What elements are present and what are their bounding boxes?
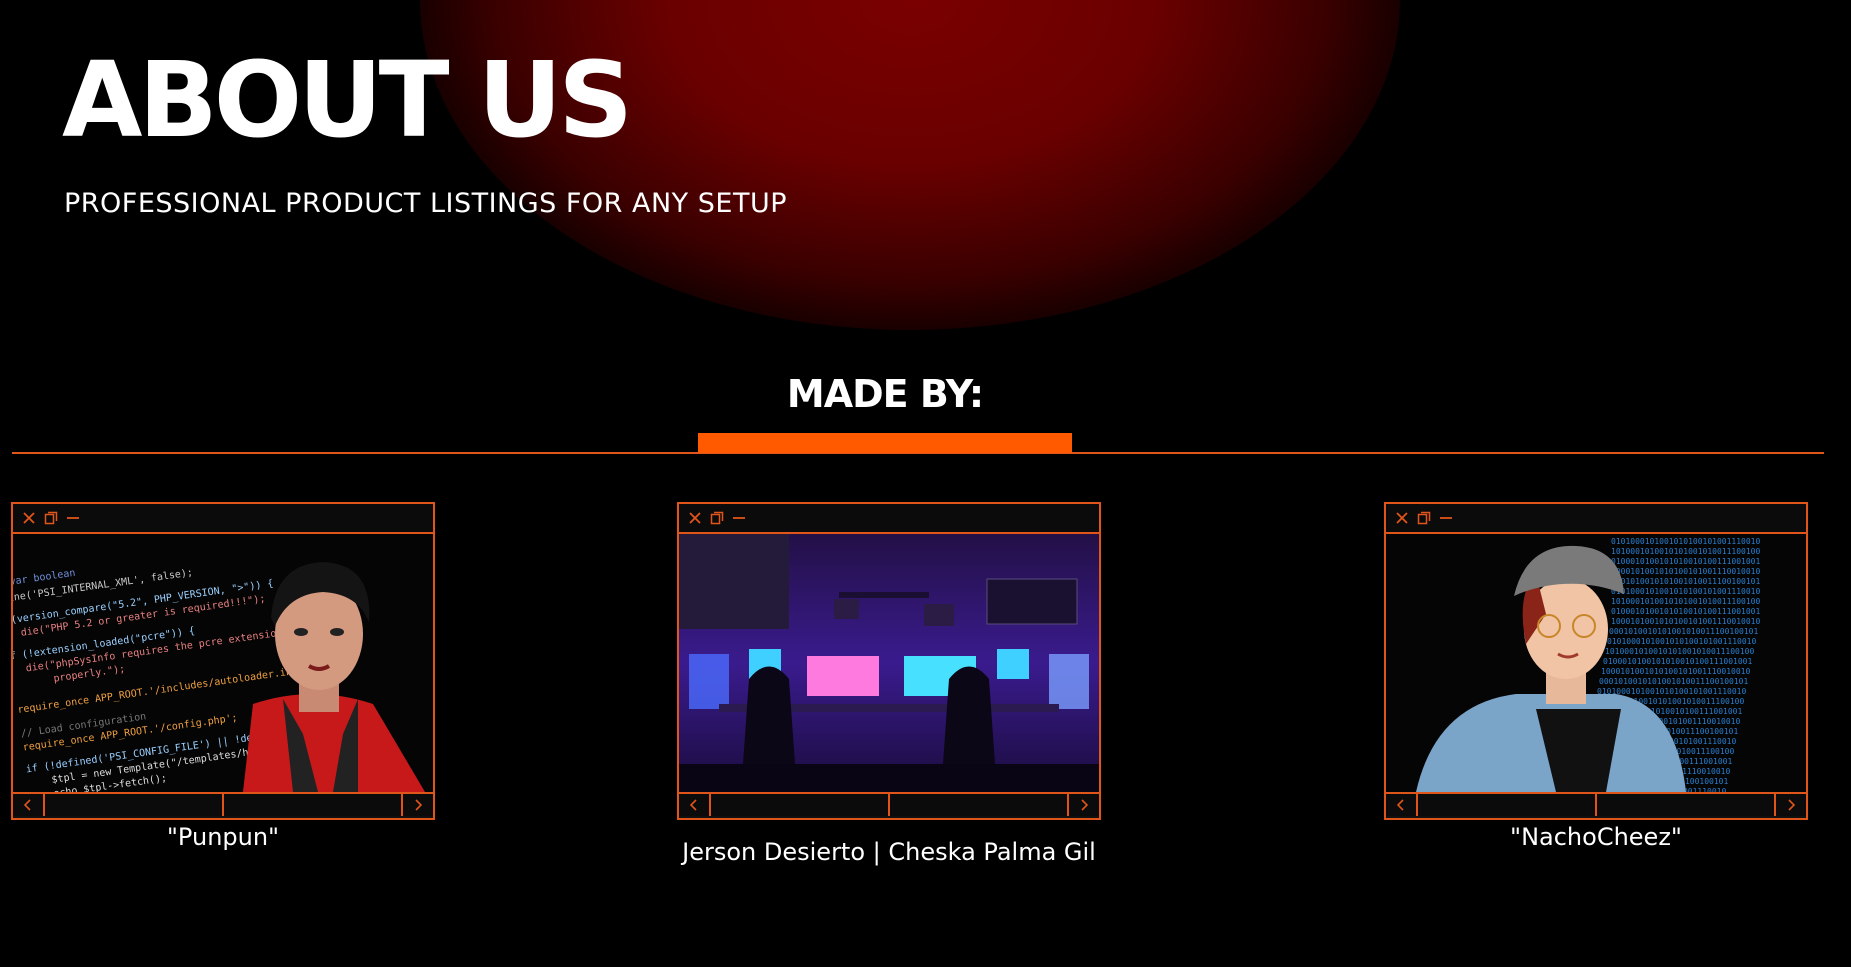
binary-row: 1000101001010100101001110010010 <box>1601 667 1750 676</box>
window-titlebar <box>679 504 1099 534</box>
close-icon[interactable] <box>1394 510 1410 526</box>
restore-icon[interactable] <box>709 510 725 526</box>
window-footer <box>13 792 433 816</box>
binary-row: 0100010100101010010100111001001 <box>1611 607 1760 616</box>
minimize-icon[interactable] <box>1438 510 1454 526</box>
minimize-icon[interactable] <box>731 510 747 526</box>
binary-row: 0001010010101001010011100100101 <box>1611 577 1760 586</box>
team-card-punpun: @var boolean fine('PSI_INTERNAL_XML', fa… <box>11 502 435 820</box>
code-portrait-art: @var boolean fine('PSI_INTERNAL_XML', fa… <box>13 534 433 792</box>
close-icon[interactable] <box>687 510 703 526</box>
section-heading: MADE BY: <box>786 372 984 416</box>
binary-row: 0001010010101001010011100100101 <box>1599 677 1748 686</box>
girl-binary-art: 0101000101001010100101001110010101000101… <box>1386 534 1806 792</box>
footer-segment <box>711 794 890 816</box>
binary-row: 0101000101001010100101001110010 <box>1611 537 1760 546</box>
footer-segment <box>224 794 401 816</box>
chevron-left-icon[interactable] <box>679 794 711 816</box>
binary-row: 0100010100101010010100111001001 <box>1603 657 1752 666</box>
window-titlebar <box>1386 504 1806 534</box>
footer-segment <box>1418 794 1597 816</box>
restore-icon[interactable] <box>1416 510 1432 526</box>
chevron-right-icon[interactable] <box>1774 794 1806 816</box>
binary-row: 0101000101001010100101001110010 <box>1611 587 1760 596</box>
window-titlebar <box>13 504 433 534</box>
binary-row: 1010001010010101001010011100100 <box>1611 547 1760 556</box>
binary-row: 0100010100101010010100111001001 <box>1611 557 1760 566</box>
team-member-name: "NachoCheez" <box>1510 823 1682 851</box>
minimize-icon[interactable] <box>65 510 81 526</box>
binary-row: 0001010010101001010011100100101 <box>1609 627 1758 636</box>
binary-row: 1010001010010101001010011100100 <box>1605 647 1754 656</box>
page-title: ABOUT US <box>62 39 633 161</box>
team-card-nachocheez: 0101000101001010100101001110010 101000101… <box>1384 502 1808 820</box>
code-portrait-illustration: @var boolean fine('PSI_INTERNAL_XML', fa… <box>13 534 433 792</box>
binary-row: 1010001010010101001010011100100 <box>1611 597 1760 606</box>
team-member-name: "Punpun" <box>166 823 280 851</box>
page-subtitle: PROFESSIONAL PRODUCT LISTINGS FOR ANY SE… <box>64 188 787 219</box>
chevron-right-icon[interactable] <box>401 794 433 816</box>
binary-row: 1000101001010100101001110010010 <box>1611 617 1760 626</box>
footer-segment <box>45 794 224 816</box>
binary-row: 0101000101001010100101001110010 <box>1607 637 1756 646</box>
window-footer <box>1386 792 1806 816</box>
team-member-name: Jerson Desierto | Cheska Palma Gil <box>682 838 1096 866</box>
footer-segment <box>1597 794 1774 816</box>
restore-icon[interactable] <box>43 510 59 526</box>
chevron-left-icon[interactable] <box>1386 794 1418 816</box>
window-footer <box>679 792 1099 816</box>
about-page: ABOUT US PROFESSIONAL PRODUCT LISTINGS F… <box>0 0 1851 967</box>
gaming-room-setup-photo <box>679 534 1099 792</box>
footer-segment <box>890 794 1067 816</box>
team-card-setup <box>677 502 1101 820</box>
close-icon[interactable] <box>21 510 37 526</box>
binary-row: 1000101001010100101001110010010 <box>1611 567 1760 576</box>
chevron-right-icon[interactable] <box>1067 794 1099 816</box>
divider-accent <box>698 433 1072 453</box>
gaming-room-art <box>679 534 1099 792</box>
chevron-left-icon[interactable] <box>13 794 45 816</box>
girl-binary-illustration: 0101000101001010100101001110010 101000101… <box>1386 534 1806 792</box>
